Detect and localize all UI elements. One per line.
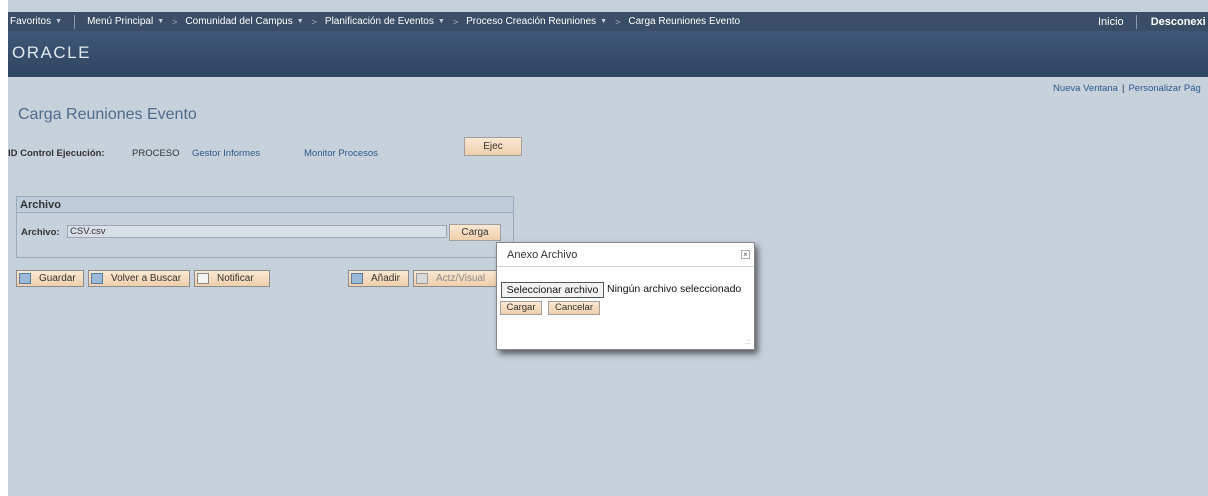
save-button[interactable]: Guardar xyxy=(16,270,84,287)
save-icon xyxy=(19,273,31,284)
archivo-field-label: Archivo: xyxy=(21,227,60,238)
home-link[interactable]: Inicio xyxy=(1098,16,1124,28)
new-window-link[interactable]: Nueva Ventana xyxy=(1053,83,1118,94)
nav-proceso-creacion[interactable]: Proceso Creación Reuniones ▼ xyxy=(466,16,607,27)
update-display-icon xyxy=(416,273,428,284)
app-frame: Favoritos ▼ Menú Principal ▼ > Comunidad… xyxy=(8,0,1208,496)
nav-proceso-creacion-label: Proceso Creación Reuniones xyxy=(466,16,597,27)
chevron-down-icon: ▼ xyxy=(55,18,63,25)
run-control-label: ID Control Ejecución: xyxy=(8,148,105,159)
upload-button[interactable]: Carga xyxy=(449,224,501,241)
return-search-icon xyxy=(91,273,103,284)
left-margin xyxy=(0,0,8,496)
page-title: Carga Reuniones Evento xyxy=(18,106,197,123)
nav-current-page[interactable]: Carga Reuniones Evento xyxy=(628,16,740,27)
nav-favoritos-label: Favoritos xyxy=(10,16,52,27)
notify-button[interactable]: Notificar xyxy=(194,270,270,287)
divider xyxy=(1135,14,1137,29)
return-to-search-label: Volver a Buscar xyxy=(111,273,182,284)
update-display-label: Actz/Visual xyxy=(436,273,486,284)
top-navigation-bar: Favoritos ▼ Menú Principal ▼ > Comunidad… xyxy=(8,12,1208,31)
divider: | xyxy=(1121,83,1125,94)
save-button-label: Guardar xyxy=(39,273,76,284)
chevron-right-icon: > xyxy=(615,16,621,27)
choose-file-button[interactable]: Seleccionar archivo xyxy=(501,282,604,298)
notify-icon xyxy=(197,273,209,284)
file-attachment-dialog: Anexo Archivo × Seleccionar archivo Ning… xyxy=(496,242,755,350)
chevron-right-icon: > xyxy=(311,16,317,27)
archivo-field: CSV.csv xyxy=(67,225,447,238)
add-button[interactable]: Añadir xyxy=(348,270,409,287)
nav-current-page-label: Carga Reuniones Evento xyxy=(628,16,741,27)
report-manager-link[interactable]: Gestor Informes xyxy=(192,148,260,159)
page-top-links: Nueva Ventana | Personalizar Pág xyxy=(1053,83,1201,94)
nav-comunidad-campus[interactable]: Comunidad del Campus ▼ xyxy=(185,16,303,27)
no-file-selected-text: Ningún archivo seleccionado xyxy=(607,283,742,295)
nav-favoritos[interactable]: Favoritos ▼ xyxy=(10,16,62,27)
nav-planificacion-eventos[interactable]: Planificación de Eventos ▼ xyxy=(325,16,445,27)
nav-right-links: Inicio Desconexi xyxy=(1098,12,1206,31)
archivo-group-box: Archivo Archivo: CSV.csv Carga xyxy=(16,196,514,258)
chevron-down-icon: ▼ xyxy=(296,18,304,25)
oracle-logo: ORACLE xyxy=(12,44,91,60)
nav-menu-principal[interactable]: Menú Principal ▼ xyxy=(87,16,164,27)
personalize-link[interactable]: Personalizar Pág xyxy=(1128,83,1200,94)
update-display-button: Actz/Visual xyxy=(413,270,497,287)
dialog-upload-button[interactable]: Cargar xyxy=(500,301,542,315)
dialog-title: Anexo Archivo xyxy=(497,243,754,267)
process-monitor-link[interactable]: Monitor Procesos xyxy=(304,148,378,159)
add-button-label: Añadir xyxy=(371,273,400,284)
notify-button-label: Notificar xyxy=(217,273,254,284)
chevron-down-icon: ▼ xyxy=(437,18,445,25)
nav-comunidad-campus-label: Comunidad del Campus xyxy=(185,16,293,27)
add-icon xyxy=(351,273,363,284)
chevron-right-icon: > xyxy=(172,16,178,27)
nav-planificacion-eventos-label: Planificación de Eventos xyxy=(324,16,434,27)
run-control-value: PROCESO xyxy=(132,148,180,159)
svg-text:ORACLE: ORACLE xyxy=(12,44,91,60)
chevron-down-icon: ▼ xyxy=(600,18,608,25)
logout-link[interactable]: Desconexi xyxy=(1151,16,1206,28)
resize-grip-icon[interactable]: .:: xyxy=(745,339,751,346)
nav-menu-principal-label: Menú Principal xyxy=(87,16,154,27)
chevron-down-icon: ▼ xyxy=(157,18,165,25)
run-button[interactable]: Ejec xyxy=(464,137,522,156)
close-icon[interactable]: × xyxy=(741,250,750,259)
divider xyxy=(74,14,76,29)
return-to-search-button[interactable]: Volver a Buscar xyxy=(88,270,190,287)
oracle-banner: ORACLE xyxy=(8,31,1208,77)
chevron-right-icon: > xyxy=(452,16,459,27)
dialog-cancel-button[interactable]: Cancelar xyxy=(548,301,600,315)
archivo-header: Archivo xyxy=(17,197,513,213)
